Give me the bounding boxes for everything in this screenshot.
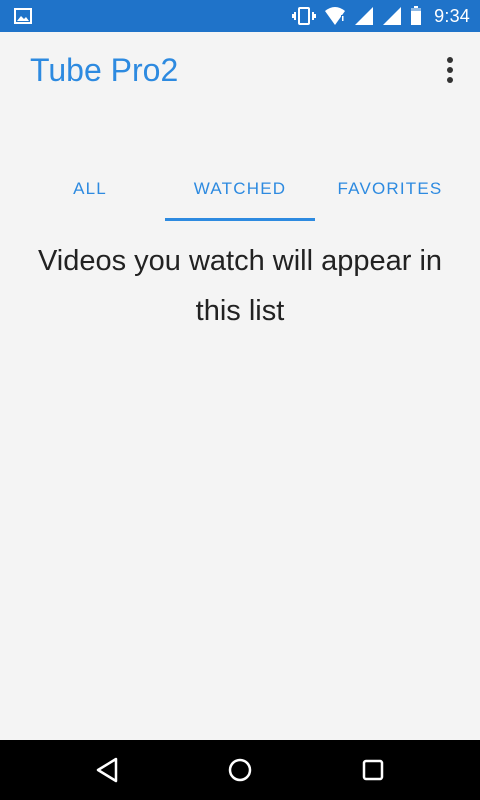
navigation-bar [0, 740, 480, 800]
signal-icon [382, 6, 402, 26]
status-bar: 9:34 [0, 0, 480, 32]
battery-icon [410, 6, 422, 26]
tab-label: ALL [73, 179, 107, 198]
signal-icon [354, 6, 374, 26]
wifi-icon [324, 6, 346, 26]
back-icon[interactable] [92, 755, 124, 785]
more-vert-icon[interactable] [438, 54, 462, 88]
status-icons: 9:34 [292, 0, 470, 32]
image-icon [14, 8, 32, 24]
tab-all[interactable]: ALL [15, 162, 165, 222]
vibrate-icon [292, 7, 317, 25]
tab-label: FAVORITES [337, 179, 443, 198]
tab-favorites[interactable]: FAVORITES [315, 162, 465, 222]
empty-state-message: Videos you watch will appear in this lis… [37, 245, 443, 327]
tab-bar: ALL WATCHED FAVORITES [15, 162, 465, 222]
app-bar: Tube Pro2 [0, 32, 480, 110]
recents-icon[interactable] [357, 755, 389, 785]
tab-watched[interactable]: WATCHED [165, 162, 315, 222]
tab-label: WATCHED [193, 179, 287, 198]
home-icon[interactable] [224, 755, 256, 785]
tab-indicator [165, 218, 315, 221]
app-title: Tube Pro2 [30, 52, 179, 88]
status-time: 9:34 [434, 5, 470, 26]
